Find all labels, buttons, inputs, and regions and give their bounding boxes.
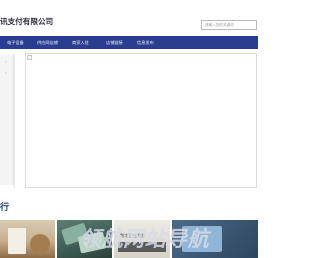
nav-item-electronics[interactable]: 电子设备	[7, 36, 24, 49]
company-title: 讯支付有限公司	[0, 17, 54, 26]
sidebar-arrow-1[interactable]: ›	[5, 59, 7, 64]
thumbnail-photo-paper	[8, 228, 26, 254]
search-input[interactable]	[201, 20, 257, 30]
nav-item-info-publish[interactable]: 信息发布	[137, 36, 154, 49]
watermark-text: 领航网站导航	[80, 227, 209, 251]
section-title: 行	[0, 203, 10, 213]
nav-item-supply-shop[interactable]: 供应网店铺	[37, 36, 58, 49]
banner-frame	[25, 53, 257, 188]
thumbnail-photo-object	[30, 234, 50, 254]
divider	[14, 53, 15, 188]
main-nav: 电子设备 供应网店铺 商家入驻 店铺链接 信息发布	[0, 36, 258, 49]
nav-item-shop-link[interactable]: 店铺链接	[106, 36, 123, 49]
nav-item-merchant-join[interactable]: 商家入驻	[72, 36, 89, 49]
broken-image-icon	[27, 55, 32, 60]
thumbnail-1[interactable]	[0, 220, 55, 258]
sidebar: › ›	[0, 55, 14, 185]
sidebar-arrow-2[interactable]: ›	[5, 70, 7, 75]
